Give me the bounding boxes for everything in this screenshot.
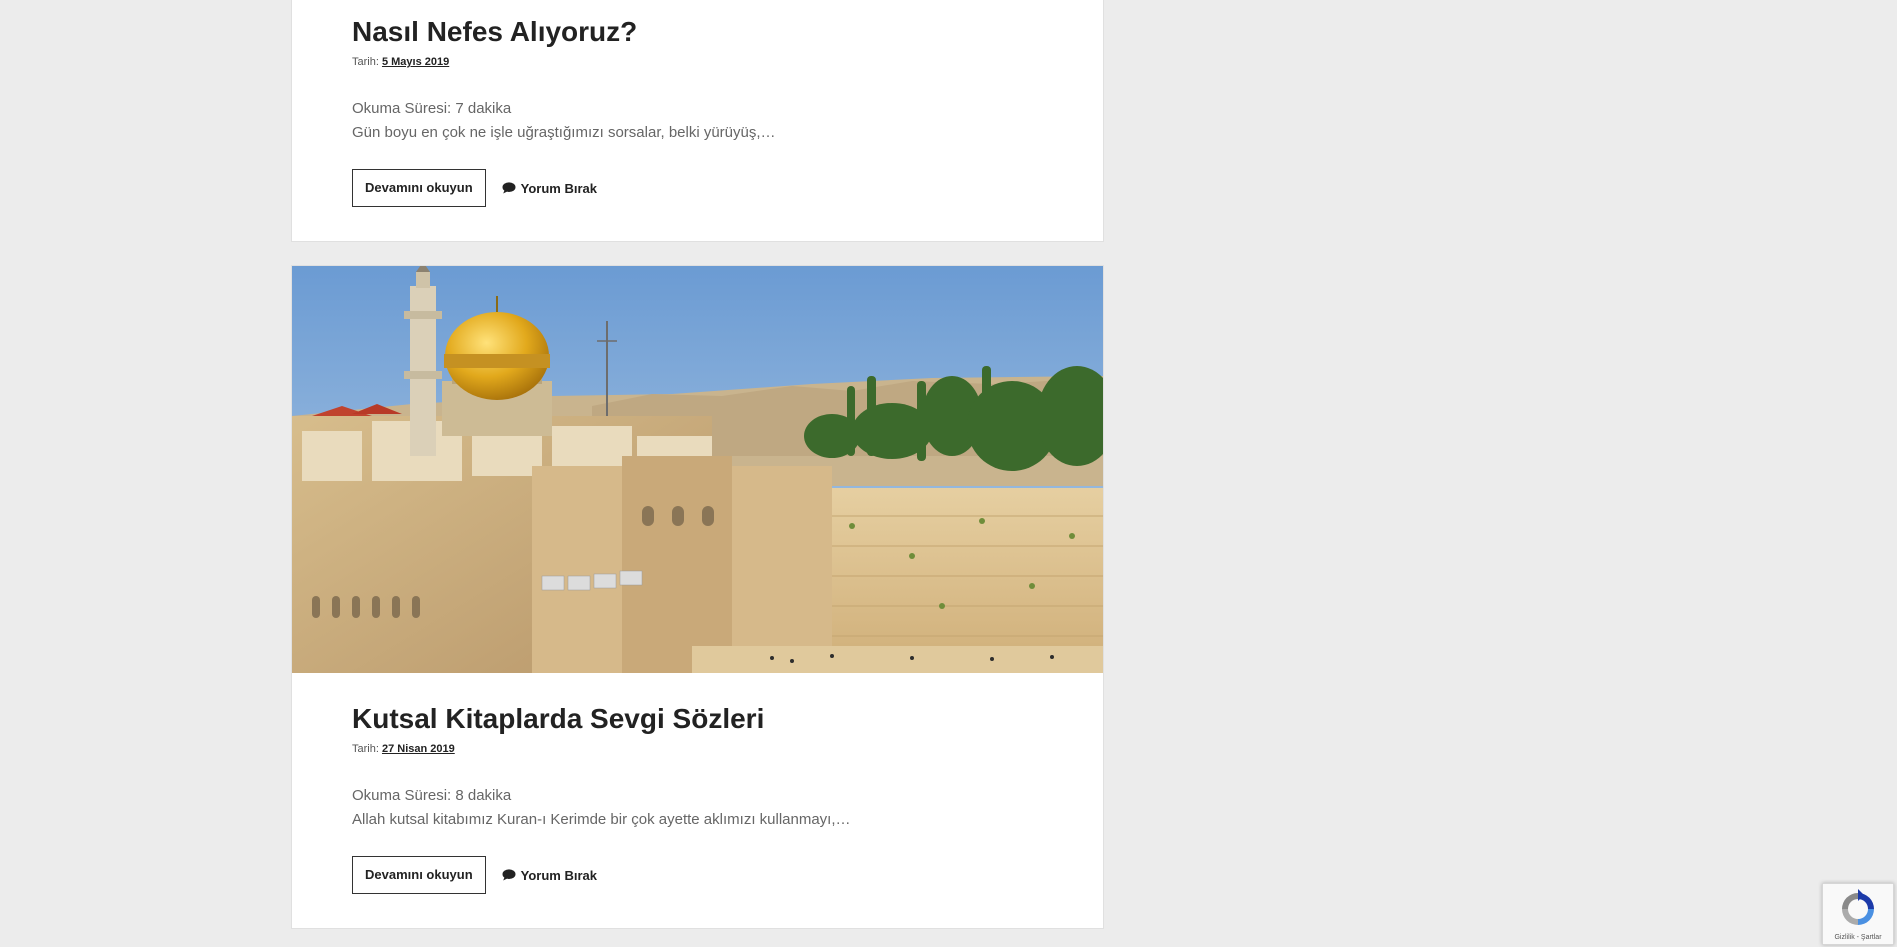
post-date-link[interactable]: 27 Nisan 2019 [382, 743, 455, 755]
read-more-button[interactable]: Devamını okuyun [352, 856, 486, 894]
post-excerpt: Allah kutsal kitabımız Kuran-ı Kerimde b… [352, 811, 851, 828]
comment-bubble-icon [502, 182, 516, 194]
read-more-button[interactable]: Devamını okuyun [352, 169, 486, 207]
post-card: Nasıl Nefes Alıyoruz? Tarih: 5 Mayıs 201… [291, 0, 1104, 242]
post-body: Nasıl Nefes Alıyoruz? Tarih: 5 Mayıs 201… [352, 15, 1043, 207]
post-meta: Tarih: 5 Mayıs 2019 [352, 55, 1043, 69]
post-actions: Devamını okuyun Yorum Bırak [352, 169, 1043, 207]
post-excerpt: Gün boyu en çok ne işle uğraştığımızı so… [352, 124, 776, 141]
date-prefix: Tarih: [352, 56, 379, 68]
featured-image-jerusalem [292, 266, 1103, 673]
post-date-link[interactable]: 5 Mayıs 2019 [382, 56, 449, 68]
date-prefix: Tarih: [352, 743, 379, 755]
reading-time: Okuma Süresi: 8 dakika [352, 787, 512, 804]
recaptcha-terms[interactable]: Gizlilik - Şartlar [1823, 934, 1893, 941]
comment-bubble-icon [502, 869, 516, 881]
leave-comment-label: Yorum Bırak [520, 867, 597, 883]
recaptcha-logo-icon [1842, 889, 1874, 925]
leave-comment-label: Yorum Bırak [520, 180, 597, 196]
leave-comment-link[interactable]: Yorum Bırak [502, 181, 597, 196]
page: Nasıl Nefes Alıyoruz? Tarih: 5 Mayıs 201… [0, 0, 1897, 947]
reading-time: Okuma Süresi: 7 dakika [352, 100, 512, 117]
post-body: Kutsal Kitaplarda Sevgi Sözleri Tarih: 2… [352, 702, 1043, 894]
leave-comment-link[interactable]: Yorum Bırak [502, 868, 597, 883]
post-title[interactable]: Nasıl Nefes Alıyoruz? [352, 15, 1043, 49]
post-title[interactable]: Kutsal Kitaplarda Sevgi Sözleri [352, 702, 1043, 736]
post-actions: Devamını okuyun Yorum Bırak [352, 856, 1043, 894]
featured-image[interactable] [292, 266, 1103, 673]
post-meta: Tarih: 27 Nisan 2019 [352, 742, 1043, 756]
recaptcha-badge[interactable]: Gizlilik - Şartlar [1822, 883, 1894, 945]
post-card: Kutsal Kitaplarda Sevgi Sözleri Tarih: 2… [291, 265, 1104, 929]
